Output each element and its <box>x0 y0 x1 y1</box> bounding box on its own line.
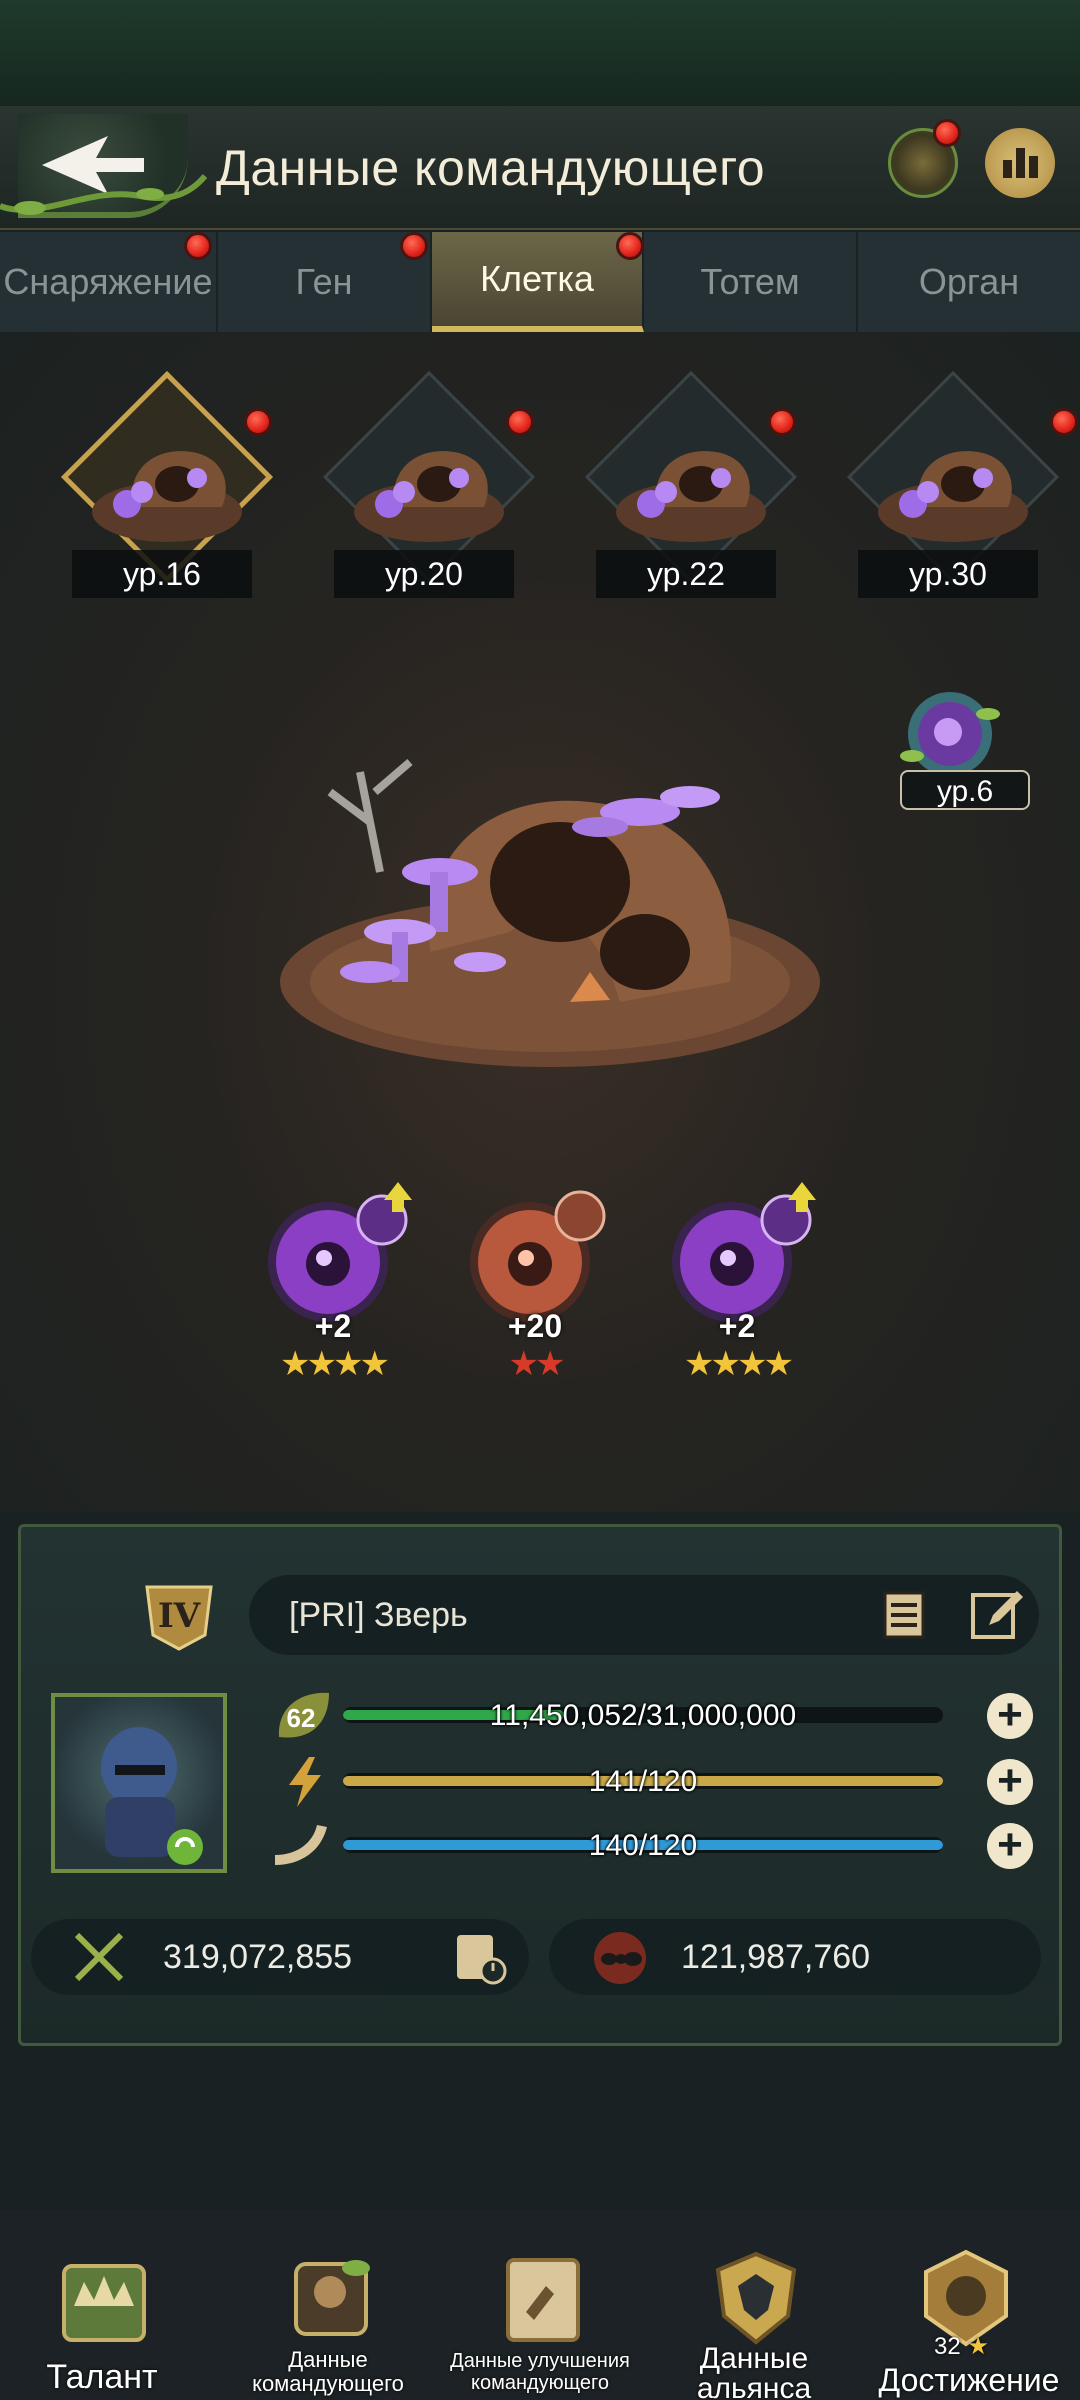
stamina-bar: 141/120 + <box>251 1753 1041 1811</box>
ranking-icon[interactable] <box>985 128 1055 198</box>
nav-label: Достижение <box>878 2362 1060 2398</box>
gem-stars: ★★★★ <box>684 1345 794 1383</box>
edit-icon[interactable] <box>969 1587 1025 1643</box>
nav-label: Талант <box>46 2358 158 2396</box>
talent-crown-icon <box>62 2264 146 2342</box>
cage-slot[interactable]: ур.22 <box>576 370 798 612</box>
nav-commander-data[interactable]: Данные командующего <box>228 2210 428 2400</box>
tab-label: Тотем <box>700 261 800 302</box>
notification-dot <box>506 408 534 436</box>
notification-dot <box>244 408 272 436</box>
slot-level: ур.16 <box>72 550 252 598</box>
gem-bonus: +20 <box>507 1308 563 1344</box>
kills-value: 121,987,760 <box>681 1938 871 1976</box>
beast-head-icon[interactable] <box>888 119 961 198</box>
svg-text:62: 62 <box>287 1703 316 1733</box>
commander-panel: IV [PRI] Зверь 62 11,450,052/31,000,000 … <box>18 1524 1062 2046</box>
red-gem-icon <box>470 1190 606 1322</box>
tab-bar: Снаряжение Ген Клетка Тотем Орган <box>0 232 1080 332</box>
document-icon[interactable] <box>879 1589 931 1641</box>
lightning-icon <box>289 1757 321 1807</box>
stat-value: 141/120 <box>588 1765 698 1798</box>
power-value: 319,072,855 <box>163 1938 353 1976</box>
achievement-count: 32 ★ <box>934 2333 989 2360</box>
add-stamina-button[interactable]: + <box>987 1759 1033 1805</box>
commander-name: [PRI] Зверь <box>289 1596 468 1634</box>
tab-label: Ген <box>295 261 353 302</box>
kills-box: 121,987,760 <box>549 1919 1041 1995</box>
slot-level: ур.30 <box>858 550 1038 598</box>
tab-gene[interactable]: Ген <box>218 232 432 332</box>
top-decoration <box>0 0 1080 106</box>
notification-dot <box>1050 408 1078 436</box>
nav-achievement[interactable]: 32 ★ Достижение <box>864 2210 1074 2400</box>
commander-data-icon <box>294 2260 370 2336</box>
crossed-swords-icon <box>74 1932 124 1982</box>
cage-slot[interactable]: ур.16 <box>52 370 274 612</box>
orb-level: ур.6 <box>900 770 1030 810</box>
notification-dot <box>616 232 644 260</box>
header: Данные командующего <box>0 106 1080 230</box>
nav-label: Данные командующего <box>252 2347 404 2396</box>
add-horn-button[interactable]: + <box>987 1823 1033 1869</box>
tab-organ[interactable]: Орган <box>858 232 1080 332</box>
stat-value: 140/120 <box>588 1829 698 1862</box>
cage-thumbnail-icon <box>354 451 504 542</box>
purple-gem-icon <box>672 1182 816 1322</box>
tab-label: Орган <box>918 261 1020 302</box>
horn-icon <box>275 1825 327 1865</box>
gem-bonus: +2 <box>718 1308 756 1344</box>
vine-decoration <box>0 174 208 215</box>
power-box: 319,072,855 <box>31 1919 529 1995</box>
notification-dot <box>184 232 212 260</box>
gem-slot[interactable]: +20 ★★ <box>450 1182 620 1422</box>
gem-slot[interactable]: +2 ★★★★ <box>248 1182 418 1422</box>
cage-thumbnail-icon <box>878 451 1028 542</box>
add-exp-button[interactable]: + <box>987 1693 1033 1739</box>
slot-level: ур.22 <box>596 550 776 598</box>
cage-view: ур.16 ур.20 ур.22 ур.30 ур.6 +2 ★★★★ +20… <box>0 332 1080 1512</box>
tab-cage[interactable]: Клетка <box>432 232 644 332</box>
stat-value: 11,450,052/31,000,000 <box>489 1699 797 1732</box>
notification-dot <box>400 232 428 260</box>
upgrade-scroll-icon <box>506 2258 580 2342</box>
alliance-shield-icon <box>715 2251 797 2345</box>
page-title: Данные командующего <box>216 140 766 196</box>
tab-equipment[interactable]: Снаряжение <box>0 232 218 332</box>
name-row: [PRI] Зверь <box>249 1575 1039 1655</box>
slot-level: ур.20 <box>334 550 514 598</box>
horn-bar: 140/120 + <box>251 1817 1041 1875</box>
nav-label: Данные улучшения командующего <box>450 2350 630 2394</box>
cage-thumbnail-icon <box>616 451 766 542</box>
gem-slot[interactable]: +2 ★★★★ <box>652 1182 822 1422</box>
gem-stars: ★★★★ <box>280 1345 390 1383</box>
tab-label: Снаряжение <box>3 261 213 302</box>
commander-portrait <box>101 1727 203 1865</box>
purple-gem-icon <box>268 1182 412 1322</box>
gem-bonus: +2 <box>314 1308 352 1344</box>
notification-dot <box>933 119 961 147</box>
nav-talent[interactable]: Талант <box>2 2210 202 2400</box>
notification-dot <box>768 408 796 436</box>
svg-text:IV: IV <box>158 1596 201 1636</box>
cage-thumbnail-icon <box>92 451 242 542</box>
tab-label: Клетка <box>480 258 594 299</box>
nav-label: Данные альянса <box>696 2342 812 2400</box>
history-scroll-icon[interactable] <box>449 1927 509 1987</box>
avatar[interactable] <box>51 1693 227 1873</box>
experience-bar: 62 11,450,052/31,000,000 + <box>251 1687 1041 1745</box>
rank-badge-icon: IV <box>145 1585 213 1651</box>
ant-kills-icon <box>594 1932 646 1984</box>
level-leaf-icon: 62 <box>278 1692 329 1738</box>
bottom-nav: Талант Данные командующего Данные улучше… <box>0 2210 1080 2400</box>
cage-artwork <box>280 758 820 1067</box>
nav-upgrade-data[interactable]: Данные улучшения командующего <box>440 2210 640 2400</box>
tab-totem[interactable]: Тотем <box>644 232 858 332</box>
purple-orb-icon[interactable] <box>900 684 1000 784</box>
cage-slot[interactable]: ур.30 <box>838 370 1078 612</box>
nav-alliance-data[interactable]: Данные альянса <box>654 2210 854 2400</box>
gem-stars: ★★ <box>508 1345 566 1383</box>
cage-slot[interactable]: ур.20 <box>314 370 536 612</box>
